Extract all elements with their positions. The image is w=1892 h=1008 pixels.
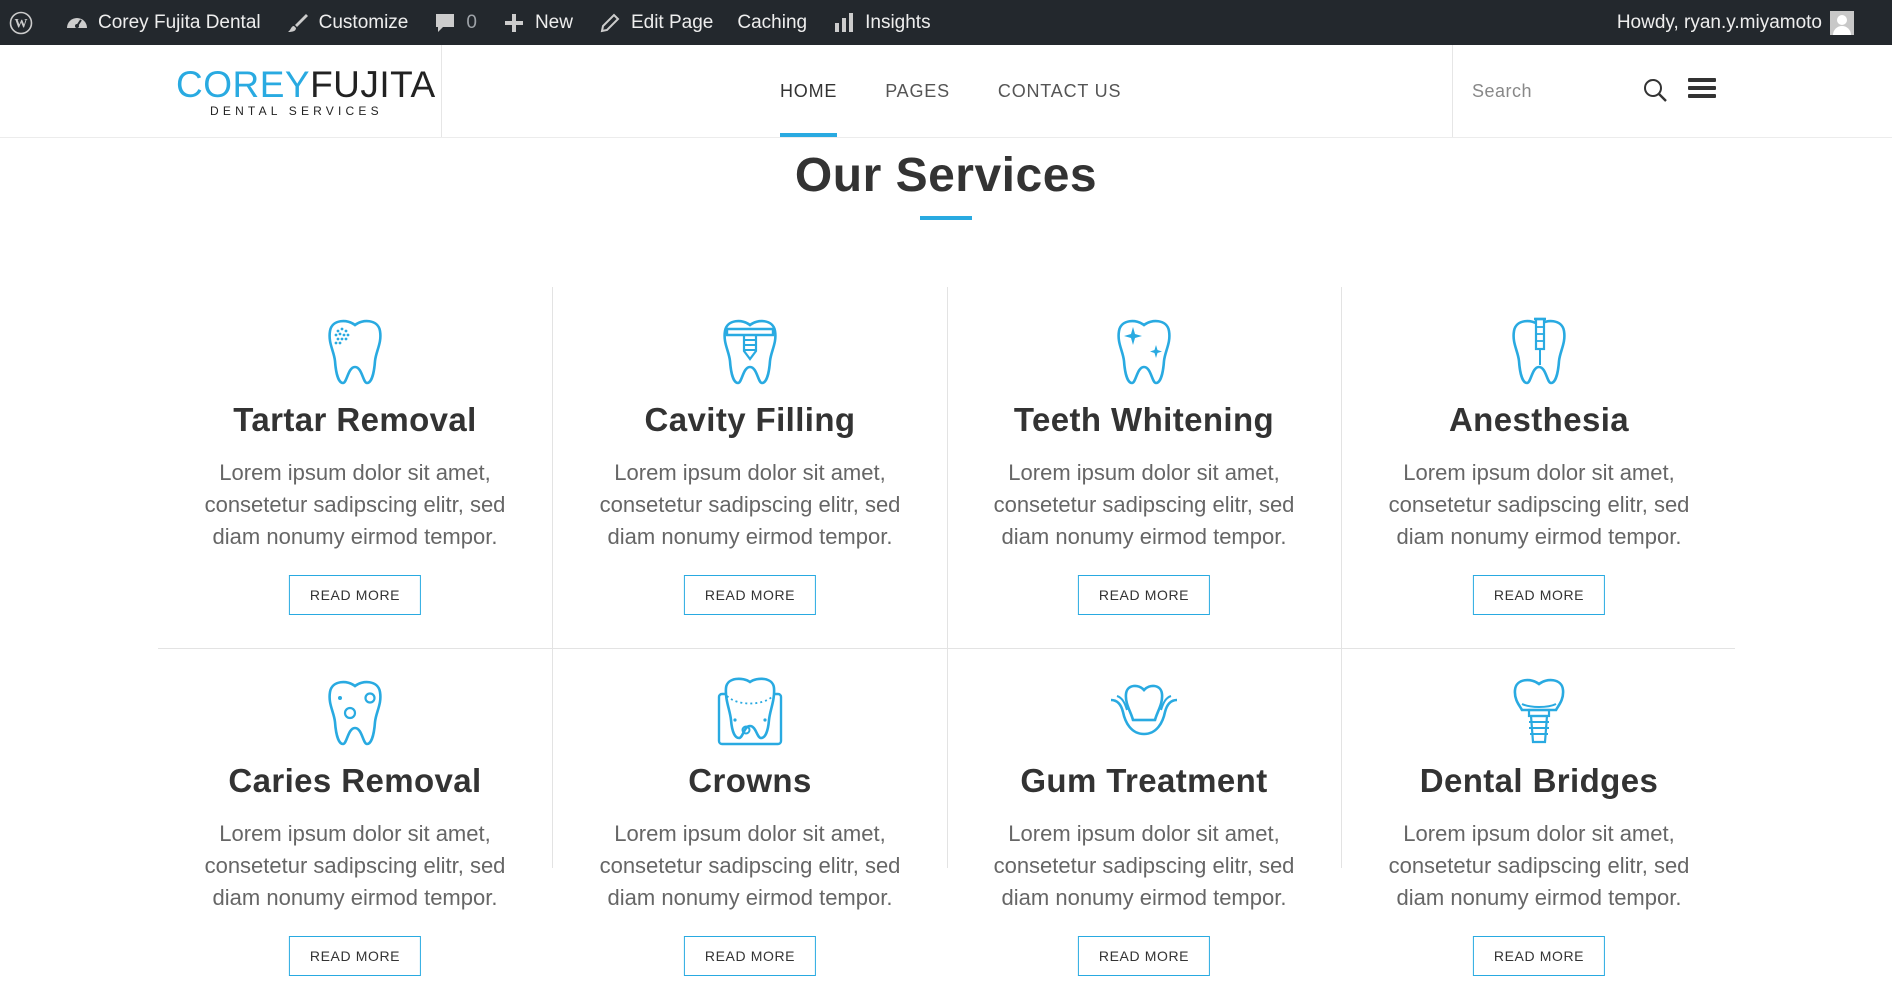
logo-subtitle: DENTAL SERVICES (210, 104, 383, 118)
header-divider-right (1452, 45, 1453, 137)
site-logo[interactable]: COREYFUJITA DENTAL SERVICES (176, 64, 435, 118)
menu-bar-icon (1688, 78, 1716, 82)
service-title: Anesthesia (1448, 401, 1630, 438)
service-title: Crowns (688, 762, 812, 799)
comments-count: 0 (466, 11, 477, 33)
search-icon (1644, 79, 1667, 102)
service-description: Lorem ipsum dolor sit amet, consetetur s… (1388, 821, 1690, 910)
tooth-sparkle-icon (947, 315, 1341, 389)
service-description: Lorem ipsum dolor sit amet, consetetur s… (1388, 460, 1690, 549)
tooth-implant-icon (1342, 676, 1736, 750)
section-title-underline (920, 216, 972, 220)
service-title: Dental Bridges (1419, 762, 1659, 799)
service-description: Lorem ipsum dolor sit amet, consetetur s… (204, 821, 506, 910)
user-account-menu[interactable]: Howdy, ryan.y.miyamoto (1617, 0, 1854, 45)
service-title: Caries Removal (228, 762, 482, 799)
customize-link[interactable]: Customize (273, 0, 421, 45)
svg-text:W: W (15, 15, 28, 30)
read-more-button[interactable]: READ MORE (683, 936, 817, 976)
service-card: Anesthesia Lorem ipsum dolor sit amet, c… (1342, 287, 1736, 647)
caching-link[interactable]: Caching (725, 0, 819, 45)
service-description: Lorem ipsum dolor sit amet, consetetur s… (599, 821, 901, 910)
site-name-link[interactable]: Corey Fujita Dental (52, 0, 273, 45)
comment-bubble-icon (432, 10, 458, 36)
hamburger-menu-button[interactable] (1688, 78, 1716, 102)
menu-bar-icon (1688, 94, 1716, 98)
service-card: Gum Treatment Lorem ipsum dolor sit amet… (947, 648, 1341, 1008)
read-more-button[interactable]: READ MORE (288, 936, 422, 976)
logo-text-second: FUJITA (310, 64, 436, 105)
read-more-button[interactable]: READ MORE (1077, 936, 1211, 976)
service-description: Lorem ipsum dolor sit amet, consetetur s… (993, 460, 1295, 549)
service-card: Cavity Filling Lorem ipsum dolor sit ame… (553, 287, 947, 647)
caching-label: Caching (737, 11, 808, 33)
service-title: Teeth Whitening (1013, 401, 1275, 438)
service-title: Cavity Filling (644, 401, 856, 438)
logo-text-first: COREY (176, 64, 311, 105)
dashboard-gauge-icon (64, 10, 90, 36)
wordpress-logo-button[interactable]: W (0, 0, 52, 45)
tooth-syringe-icon (1342, 315, 1736, 389)
edit-page-link[interactable]: Edit Page (585, 0, 725, 45)
wordpress-icon: W (8, 10, 34, 36)
admin-bar: W Corey Fujita Dental Customize 0 New Ed… (0, 0, 1892, 45)
section-title: Our Services (794, 149, 1098, 202)
nav-item-contact-us[interactable]: CONTACT US (998, 45, 1121, 137)
insights-link[interactable]: Insights (819, 0, 942, 45)
tooth-caries-icon (158, 676, 552, 750)
bar-chart-icon (831, 10, 857, 36)
tooth-tartar-icon (158, 315, 552, 389)
service-card: Tartar Removal Lorem ipsum dolor sit ame… (158, 287, 552, 647)
paintbrush-icon (285, 10, 311, 36)
service-card: Crowns Lorem ipsum dolor sit amet, conse… (553, 648, 947, 1008)
nav-item-pages[interactable]: PAGES (885, 45, 950, 137)
nav-item-home[interactable]: HOME (780, 45, 838, 137)
insights-label: Insights (865, 11, 931, 33)
service-card: Dental Bridges Lorem ipsum dolor sit ame… (1342, 648, 1736, 1008)
menu-bar-icon (1688, 86, 1716, 90)
site-header: COREYFUJITA DENTAL SERVICES HOME PAGES C… (0, 45, 1892, 138)
site-name-label: Corey Fujita Dental (98, 11, 261, 33)
tooth-filling-icon (553, 315, 947, 389)
new-content-link[interactable]: New (489, 0, 585, 45)
read-more-button[interactable]: READ MORE (683, 575, 817, 615)
search-button[interactable] (1640, 75, 1670, 105)
read-more-button[interactable]: READ MORE (1472, 936, 1606, 976)
read-more-button[interactable]: READ MORE (1077, 575, 1211, 615)
service-description: Lorem ipsum dolor sit amet, consetetur s… (993, 821, 1295, 910)
comments-link[interactable]: 0 (420, 0, 489, 45)
read-more-button[interactable]: READ MORE (1472, 575, 1606, 615)
customize-label: Customize (318, 11, 409, 33)
header-divider-left (441, 45, 442, 137)
service-card: Teeth Whitening Lorem ipsum dolor sit am… (947, 287, 1341, 647)
edit-page-label: Edit Page (630, 11, 714, 33)
read-more-button[interactable]: READ MORE (288, 575, 422, 615)
service-card: Caries Removal Lorem ipsum dolor sit ame… (158, 648, 552, 1008)
plus-icon (501, 10, 527, 36)
tooth-gum-icon (947, 676, 1341, 750)
new-label: New (534, 11, 573, 33)
pencil-icon (597, 10, 623, 36)
howdy-label: Howdy, ryan.y.miyamoto (1616, 11, 1822, 33)
search-input[interactable] (1470, 73, 1624, 109)
tooth-crown-icon (553, 676, 947, 750)
service-title: Gum Treatment (1020, 762, 1268, 799)
main-nav: HOME PAGES CONTACT US (780, 45, 1169, 137)
service-description: Lorem ipsum dolor sit amet, consetetur s… (599, 460, 901, 549)
avatar (1830, 10, 1854, 35)
service-description: Lorem ipsum dolor sit amet, consetetur s… (204, 460, 506, 549)
service-title: Tartar Removal (233, 401, 477, 438)
